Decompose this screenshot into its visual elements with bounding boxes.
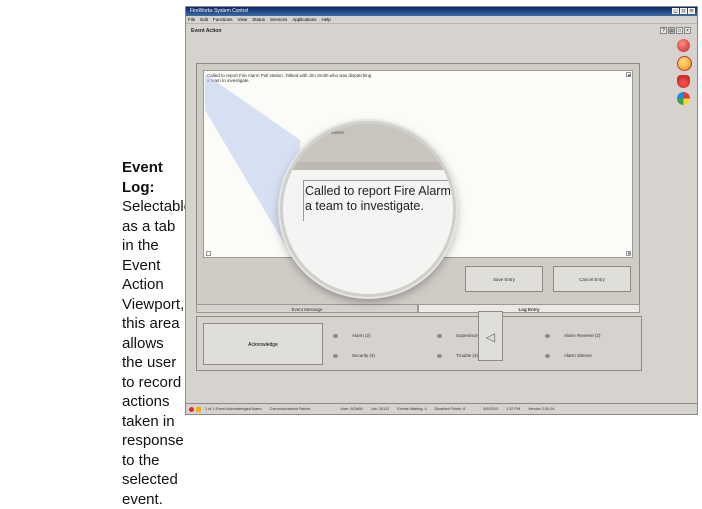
caption-body: Selectable as a tab in the Event Action …: [122, 198, 193, 508]
close-button[interactable]: ×: [688, 8, 695, 14]
trouble-indicator-icon: [437, 353, 442, 358]
alarm-reverse-indicator-icon: [545, 333, 550, 338]
status-cell: Events Waiting: 4: [397, 407, 427, 411]
menu-applications[interactable]: Applications: [292, 16, 316, 23]
event-label: Alarm (2): [352, 333, 371, 338]
caption-title: Event Log:: [122, 159, 163, 196]
magnified-label: EVENT: [331, 130, 345, 135]
window-controls: _ □ ×: [672, 8, 695, 14]
menu-help[interactable]: Help: [322, 16, 331, 23]
alarm-status-icon: [189, 406, 194, 412]
tab-event-message[interactable]: Event Message: [196, 304, 418, 313]
magnifier-lens: EVENT Called to report Fire Alarm P a te…: [280, 121, 456, 297]
restore-icon[interactable]: □: [676, 27, 683, 34]
event-label: Security (4): [352, 353, 376, 358]
disable-icon[interactable]: [677, 56, 692, 71]
acknowledge-button[interactable]: Acknowledge: [203, 323, 323, 365]
zones-icon[interactable]: [677, 92, 690, 105]
status-cell: Job: 30112: [370, 407, 390, 411]
menu-file[interactable]: File: [188, 16, 195, 23]
minimize-button[interactable]: _: [672, 8, 679, 14]
status-cell: 1 of 1 Event Acknowledged Alarm: [205, 407, 262, 411]
help-icon[interactable]: ?: [660, 27, 667, 34]
title-bar: FireWorks System Control _ □ ×: [186, 7, 697, 16]
menu-services[interactable]: Services: [270, 16, 287, 23]
speaker-button[interactable]: ◁: [478, 311, 503, 361]
event-alarm-reverse[interactable]: Alarm Reverse (2): [545, 333, 601, 338]
fire-icon[interactable]: [677, 75, 690, 88]
menu-functions[interactable]: Functions: [213, 16, 233, 23]
event-security[interactable]: Security (4): [333, 353, 375, 358]
supervisory-indicator-icon: [437, 333, 442, 338]
speaker-icon: ◁: [485, 330, 496, 344]
status-cell: Communications Failure: [269, 407, 311, 411]
magnified-panel-edge: [283, 162, 453, 170]
viewport-tabs: Event Message Log Entry: [196, 304, 640, 313]
viewport-heading: Event Action: [191, 28, 222, 34]
viewport-controls: ? ▤ □ ×: [660, 27, 691, 34]
scroll-down-icon[interactable]: ▼: [626, 251, 631, 256]
menu-edit[interactable]: Edit: [200, 16, 208, 23]
event-alarm[interactable]: Alarm (2): [333, 333, 371, 338]
window-title: FireWorks System Control: [190, 8, 249, 14]
alarm-silence-indicator-icon: [545, 353, 550, 358]
event-alarm-silence[interactable]: Alarm Silence: [545, 353, 592, 358]
event-label: Alarm Silence: [564, 353, 592, 358]
alarm-indicator-icon: [333, 333, 338, 338]
magnified-panel-band: [283, 124, 453, 162]
status-cell: Disabled Points: 8: [434, 407, 466, 411]
save-entry-button[interactable]: Save Entry: [465, 266, 543, 292]
alarm-icon[interactable]: [677, 39, 690, 52]
event-trouble[interactable]: Trouble (4): [437, 353, 478, 358]
event-label: Alarm Reverse (2): [564, 333, 601, 338]
security-indicator-icon: [333, 353, 338, 358]
status-bar: 1 of 1 Event Acknowledged Alarm Communic…: [186, 403, 697, 414]
scroll-up-icon[interactable]: ▲: [626, 72, 631, 77]
close-icon[interactable]: ×: [684, 27, 691, 34]
menu-bar: File Edit Functions View Status Services…: [186, 16, 697, 24]
status-cell: 5/6/2003: [483, 407, 498, 411]
magnified-line-2: a team to investigate.: [305, 199, 424, 213]
menu-view[interactable]: View: [238, 16, 248, 23]
scroll-left-icon[interactable]: [206, 251, 211, 256]
print-icon[interactable]: ▤: [668, 27, 675, 34]
status-cell: Version 2.00.04: [528, 407, 555, 411]
maximize-button[interactable]: □: [680, 8, 687, 14]
event-label: Trouble (4): [456, 353, 478, 358]
caption: Event Log: Selectable as a tab in the Ev…: [122, 158, 192, 509]
status-cell: User: ADMIN: [340, 407, 363, 411]
status-cell: 1:32 PM: [505, 407, 521, 411]
cancel-entry-button[interactable]: Cancel Entry: [553, 266, 631, 292]
status-icon-column: [677, 39, 692, 105]
tab-log-entry[interactable]: Log Entry: [418, 304, 640, 313]
event-summary-panel: Acknowledge Alarm (2) Supervisory (1) Al…: [196, 316, 642, 371]
log-line-2: a team to investigate.: [207, 78, 250, 83]
menu-status[interactable]: Status: [252, 16, 265, 23]
magnified-line-1: Called to report Fire Alarm P: [305, 184, 456, 198]
